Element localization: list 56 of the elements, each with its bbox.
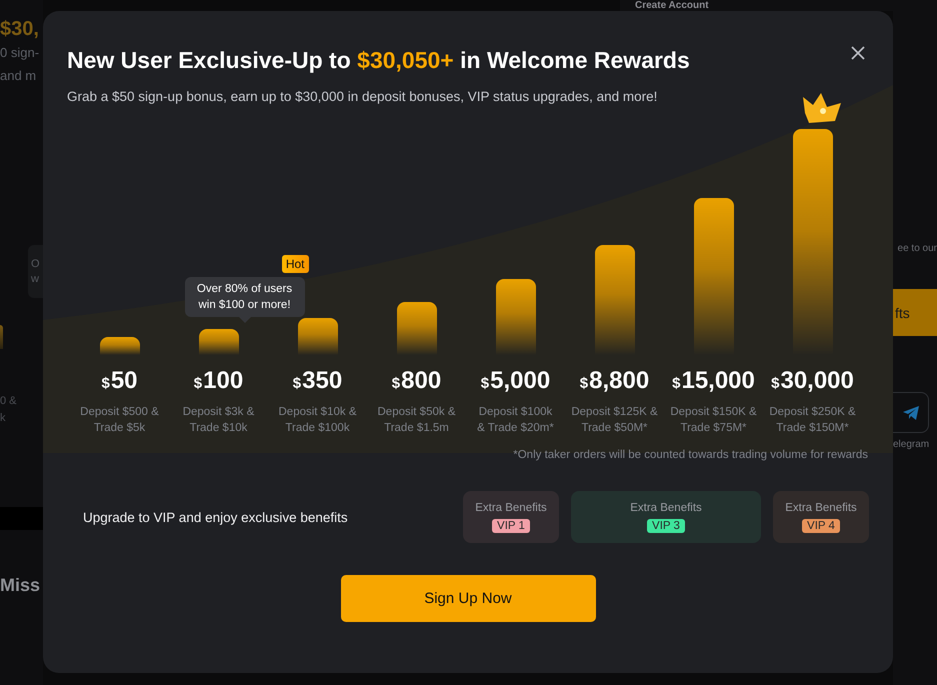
reward-amount: $50 xyxy=(101,367,138,395)
reward-amount: $5,000 xyxy=(480,367,550,395)
requirement-text: Deposit $250K & xyxy=(769,405,856,420)
reward-amount: $350 xyxy=(292,367,342,395)
reward-amount: $800 xyxy=(392,367,442,395)
benefit-label: Extra Benefits xyxy=(630,502,702,514)
requirement-text: Trade $75M* xyxy=(680,421,747,436)
reward-bar xyxy=(396,302,436,355)
agreement-text: ee to our xyxy=(896,243,937,254)
requirement-text: Trade $150M* xyxy=(776,421,849,436)
reward-bar xyxy=(198,329,238,355)
requirement-text: Deposit $100k xyxy=(478,405,552,420)
vip-badge: VIP 1 xyxy=(492,518,530,532)
paper-plane-icon xyxy=(902,406,918,420)
tooltip-text: Over 80% of users win $100 or more! xyxy=(196,282,294,313)
requirement-text: Deposit $50k & xyxy=(378,405,456,420)
submit-button[interactable]: fts xyxy=(893,289,937,336)
requirement-text: Deposit $10k & xyxy=(278,405,356,420)
reward-bar xyxy=(100,337,140,355)
tier-text: 0 & xyxy=(0,394,18,409)
reward-amount: $15,000 xyxy=(672,367,755,395)
section-title: Miss xyxy=(0,575,42,596)
vip-badge: VIP 3 xyxy=(647,518,685,532)
reward-bar xyxy=(298,318,338,355)
vip-prompt: Upgrade to VIP and enjoy exclusive benefits xyxy=(83,510,349,524)
benefit-label: Extra Benefits xyxy=(785,502,857,514)
reward-amount: $8,800 xyxy=(580,367,650,395)
requirement-text: Trade $100k xyxy=(285,421,350,436)
intro-text: and m xyxy=(0,67,38,85)
sign-up-button[interactable]: Sign Up Now xyxy=(340,575,596,622)
modal-title: New User Exclusive-Up to $30,050+ in Welcome Rewards xyxy=(67,47,690,74)
form-title: Create Account xyxy=(635,0,709,11)
card-text: w xyxy=(31,272,40,286)
hot-badge: Hot xyxy=(282,255,308,273)
social-label: elegram xyxy=(893,439,930,450)
close-icon[interactable] xyxy=(850,45,866,61)
requirement-text: Deposit $150K & xyxy=(670,405,757,420)
reward-amount: $30,000 xyxy=(771,367,854,395)
headline: $30, xyxy=(0,18,40,41)
tier-text: k xyxy=(0,411,6,426)
requirement-text: Deposit $125K & xyxy=(571,405,658,420)
requirement-text: Trade $1.5m xyxy=(384,421,449,436)
requirement-text: Trade $50M* xyxy=(581,421,648,436)
reward-bar xyxy=(0,325,3,349)
intro-text: 0 sign- xyxy=(0,44,40,62)
modal-subtitle: Grab a $50 sign-up bonus, earn up to $30,000 in deposit bonuses, VIP status upgrades, and more! xyxy=(67,89,658,104)
requirement-text: Trade $10k xyxy=(190,421,248,436)
footnote: *Only taker orders will be counted towards trading volume for rewards xyxy=(512,449,868,461)
requirement-text: Trade $5k xyxy=(94,421,146,436)
requirement-text: & Trade $20m* xyxy=(477,421,554,436)
vip-badge: VIP 4 xyxy=(802,518,840,532)
reward-amount: $100 xyxy=(194,367,244,395)
requirement-text: Deposit $3k & xyxy=(182,405,254,420)
requirement-text: Deposit $500 & xyxy=(80,405,159,420)
card-text: O xyxy=(31,256,41,272)
benefit-label: Extra Benefits xyxy=(475,502,547,514)
